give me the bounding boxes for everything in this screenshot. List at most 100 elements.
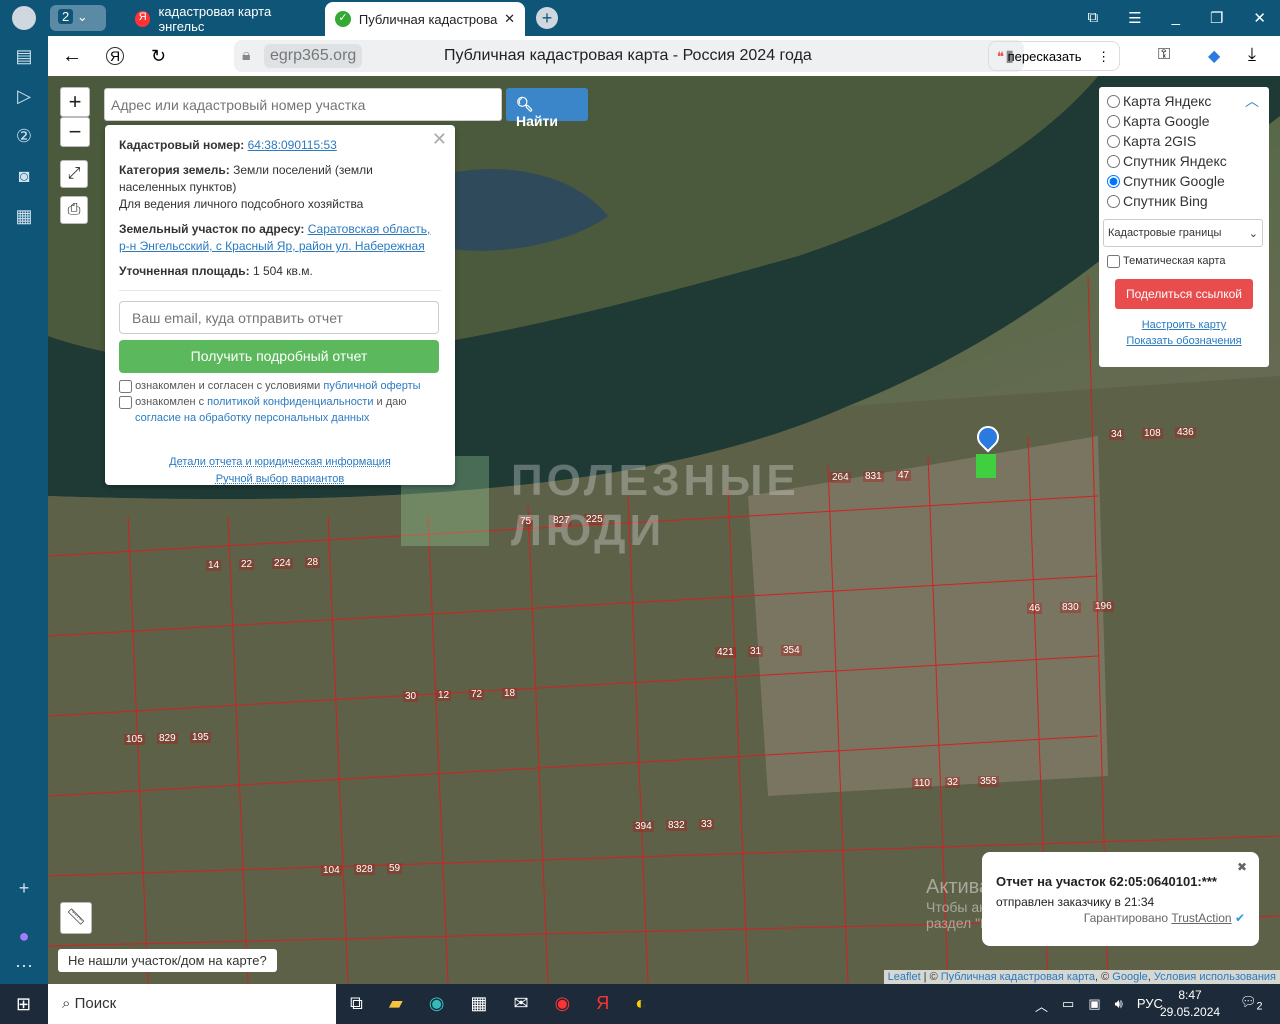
text: ознакомлен с bbox=[135, 396, 208, 408]
passwords-icon[interactable]: ⚿ bbox=[1158, 46, 1170, 64]
google-link[interactable]: Google bbox=[1112, 971, 1147, 983]
minimize-icon[interactable]: _ bbox=[1172, 9, 1180, 27]
boundaries-select[interactable]: Кадастровые границы ⌄ bbox=[1103, 219, 1263, 247]
consent-link[interactable]: согласие на обработку персональных данны… bbox=[135, 412, 369, 424]
url-domain: egrp365.org bbox=[264, 44, 363, 68]
manual-selection-link[interactable]: Ручной выбор вариантов bbox=[119, 471, 441, 488]
browser-sidebar: ▤ ▷ ② ◙ ▦ + ● ⋯ bbox=[0, 36, 48, 984]
mail-icon[interactable]: ✉ bbox=[513, 993, 528, 1014]
reload-icon[interactable]: ↻ bbox=[151, 46, 166, 67]
thematic-toggle[interactable]: Тематическая карта bbox=[1107, 251, 1261, 271]
more-icon[interactable]: ⋯ bbox=[0, 946, 48, 986]
show-legend-link[interactable]: Показать обозначения bbox=[1107, 335, 1261, 347]
search-button[interactable]: 🔍︎ Найти bbox=[506, 88, 588, 129]
collections-icon[interactable]: ⧉ bbox=[1087, 9, 1098, 27]
tab-cadastral-map[interactable]: ✓ Публичная кадастрова ✕ bbox=[325, 2, 525, 36]
edge-icon[interactable]: ◉ bbox=[429, 993, 445, 1014]
network-icon[interactable]: ▣ bbox=[1088, 996, 1100, 1015]
yandex-icon[interactable]: Я bbox=[596, 993, 609, 1014]
close-notification-icon[interactable]: ✖ bbox=[1237, 860, 1247, 874]
share-button[interactable]: Поделиться ссылкой bbox=[1115, 279, 1253, 309]
play-icon[interactable]: ▷ bbox=[0, 76, 48, 116]
verified-icon: ✔ bbox=[1234, 911, 1245, 925]
search-input[interactable] bbox=[104, 88, 502, 121]
layer-radio[interactable] bbox=[1107, 194, 1120, 208]
kebab-icon[interactable]: ⋮ bbox=[1097, 49, 1110, 64]
print-icon[interactable]: ⎙ bbox=[60, 196, 88, 224]
fullscreen-icon[interactable]: ⤢ bbox=[60, 160, 88, 188]
details-link[interactable]: Детали отчета и юридическая информация bbox=[119, 454, 441, 471]
pkk-link[interactable]: Публичная кадастровая карта bbox=[941, 971, 1095, 983]
zoom-out-button[interactable]: − bbox=[60, 117, 90, 147]
privacy-link[interactable]: политикой конфиденциальности bbox=[207, 396, 373, 408]
retell-button[interactable]: ❝ пересказать ⋮ bbox=[988, 41, 1120, 71]
extension-icon[interactable]: ◆ bbox=[1208, 46, 1220, 66]
url-field[interactable]: 🔒︎ egrp365.org Публичная кадастровая кар… bbox=[234, 40, 1024, 72]
profile-icon[interactable] bbox=[12, 6, 36, 30]
offer-checkbox[interactable] bbox=[119, 379, 132, 393]
tabs-2-icon[interactable]: ② bbox=[0, 116, 48, 156]
trustaction-link[interactable]: TrustAction bbox=[1171, 911, 1231, 925]
email-input[interactable] bbox=[119, 301, 439, 334]
tray-chevron-icon[interactable]: ︿ bbox=[1035, 996, 1048, 1015]
ruler-icon[interactable]: 📏︎ bbox=[60, 902, 92, 934]
tab-counter-button[interactable]: 2 ⌄ bbox=[50, 5, 106, 31]
parcel-label: 436 bbox=[1175, 427, 1196, 438]
menu-icon[interactable]: ☰ bbox=[1128, 9, 1141, 27]
layer-radio[interactable] bbox=[1107, 94, 1120, 108]
layer-option[interactable]: Спутник Яндекс bbox=[1107, 151, 1261, 171]
close-tab-icon[interactable]: ✕ bbox=[504, 11, 515, 27]
task-view-icon[interactable]: ⧉ bbox=[350, 993, 363, 1014]
layer-option[interactable]: Карта Яндекс bbox=[1107, 91, 1261, 111]
layer-radio[interactable] bbox=[1107, 154, 1120, 168]
download-icon[interactable]: ⤓ bbox=[1248, 44, 1256, 65]
new-tab-button[interactable]: + bbox=[536, 7, 558, 29]
layer-radio[interactable] bbox=[1107, 174, 1120, 188]
meet-icon[interactable]: ▭ bbox=[1062, 996, 1074, 1015]
offer-link[interactable]: публичной оферты bbox=[323, 380, 420, 392]
yandex-music-icon[interactable]: ◐ bbox=[635, 993, 646, 1014]
tab-yandex-search[interactable]: Якадастровая карта энгельс bbox=[125, 2, 325, 36]
layer-option[interactable]: Карта 2GIS bbox=[1107, 131, 1261, 151]
parcel-label: 32 bbox=[945, 777, 961, 788]
start-icon[interactable]: ⊞ bbox=[16, 994, 31, 1015]
not-found-button[interactable]: Не нашли участок/дом на карте? bbox=[58, 949, 277, 972]
configure-map-link[interactable]: Настроить карту bbox=[1107, 319, 1261, 331]
sep: | © bbox=[920, 971, 941, 983]
parcel-label: 196 bbox=[1093, 601, 1114, 612]
text: и даю bbox=[373, 396, 407, 408]
notifications-icon[interactable]: 💬︎2 bbox=[1240, 994, 1263, 1013]
add-icon[interactable]: + bbox=[0, 868, 48, 908]
yandex-browser-icon[interactable]: ◉ bbox=[555, 993, 571, 1014]
terms-link[interactable]: Условия использования bbox=[1154, 971, 1276, 983]
explorer-icon[interactable]: ▰ bbox=[389, 993, 403, 1014]
parcel-label: 46 bbox=[1027, 603, 1043, 614]
privacy-checkbox[interactable] bbox=[119, 395, 132, 409]
screenshot-icon[interactable]: ◙ bbox=[0, 156, 48, 196]
label: Кадастровый номер: bbox=[119, 138, 245, 152]
cadastral-number-link[interactable]: 64:38:090115:53 bbox=[248, 138, 337, 152]
zoom-in-button[interactable]: + bbox=[60, 87, 90, 117]
close-window-icon[interactable]: ✕ bbox=[1253, 9, 1266, 27]
collapse-chevron-icon[interactable]: ︿ bbox=[1245, 91, 1259, 111]
layer-option[interactable]: Спутник Google bbox=[1107, 171, 1261, 191]
back-icon[interactable]: ← bbox=[62, 45, 82, 68]
yandex-home-icon[interactable]: Я bbox=[106, 47, 124, 65]
thematic-checkbox[interactable] bbox=[1107, 254, 1120, 268]
store-icon[interactable]: ▦ bbox=[470, 993, 487, 1014]
parcel-label: 105 bbox=[124, 734, 145, 745]
get-report-button[interactable]: Получить подробный отчет bbox=[119, 340, 439, 373]
layer-option[interactable]: Спутник Bing bbox=[1107, 191, 1261, 211]
layer-radio[interactable] bbox=[1107, 114, 1120, 128]
leaflet-link[interactable]: Leaflet bbox=[888, 971, 921, 983]
notes-icon[interactable]: ▤ bbox=[0, 36, 48, 76]
apps-grid-icon[interactable]: ▦ bbox=[0, 196, 48, 236]
volume-icon[interactable]: 🔊︎ bbox=[1115, 996, 1123, 1015]
restore-icon[interactable]: ❐ bbox=[1210, 9, 1223, 27]
language-indicator[interactable]: РУС bbox=[1137, 996, 1163, 1015]
taskbar-search[interactable]: ⌕ Поиск bbox=[48, 984, 336, 1024]
close-popup-icon[interactable]: ✕ bbox=[432, 129, 447, 150]
clock[interactable]: 8:47 29.05.2024 bbox=[1160, 987, 1220, 1021]
layer-radio[interactable] bbox=[1107, 134, 1120, 148]
layer-option[interactable]: Карта Google bbox=[1107, 111, 1261, 131]
